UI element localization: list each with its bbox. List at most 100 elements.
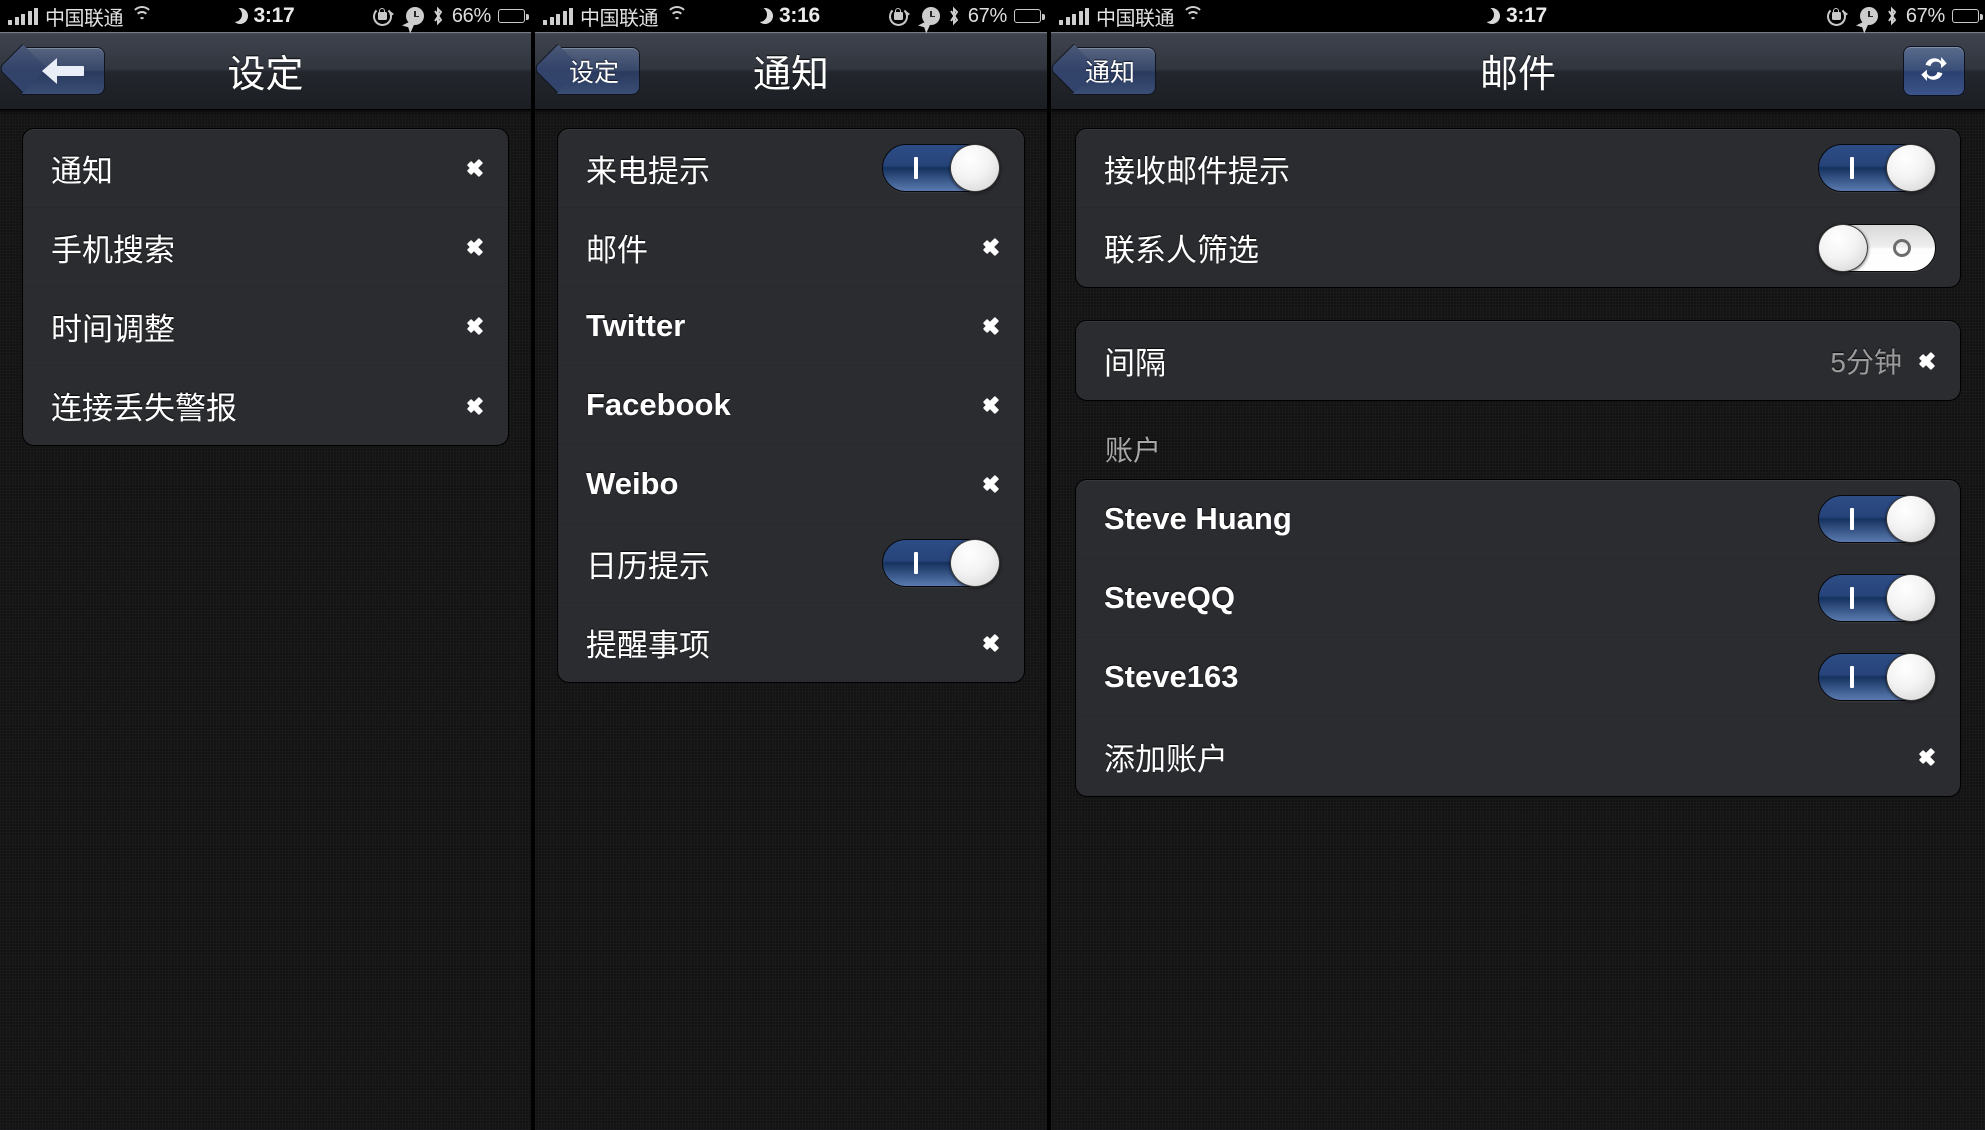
toggle-switch[interactable] <box>1818 574 1936 622</box>
battery-percent-label: 67% <box>967 4 1007 27</box>
signal-bars-icon <box>543 7 573 25</box>
list-item[interactable]: Weibo <box>558 445 1024 524</box>
list-item[interactable]: 手机搜索 <box>23 208 508 287</box>
list-item[interactable]: Steve Huang <box>1076 480 1960 559</box>
accounts-group: Steve Huang SteveQQ Steve163 添加账户 <box>1075 479 1961 797</box>
toggle-knob <box>1886 574 1936 622</box>
row-label: 来电提示 <box>586 153 710 189</box>
rotation-lock-icon <box>888 6 910 26</box>
battery-percent-label: 67% <box>1905 4 1945 27</box>
toggle-knob <box>1886 144 1936 192</box>
status-left: 中国联通 <box>8 2 153 31</box>
battery-icon <box>498 9 529 23</box>
list-item[interactable]: Facebook <box>558 366 1024 445</box>
phone-screen-settings: 中国联通 3:17 66% 设定 通知 手机搜索 时间调整 连接丢失警报 <box>0 0 531 1130</box>
list-item[interactable]: 通知 <box>23 129 508 208</box>
status-bar: 中国联通 3:17 66% <box>0 0 531 34</box>
row-label: 提醒事项 <box>586 628 710 663</box>
screen-body: 接收邮件提示 联系人筛选 间隔 5分钟 账户 Steve Huang Steve… <box>1051 110 1985 1130</box>
list-item[interactable]: 添加账户 <box>1076 717 1960 796</box>
row-label: 手机搜索 <box>51 232 175 268</box>
back-button[interactable]: 通知 <box>1073 46 1157 95</box>
toggle-switch[interactable] <box>882 539 1000 587</box>
battery-percent-label: 66% <box>451 4 491 27</box>
toggle-knob <box>950 144 1000 192</box>
screen-body: 通知 手机搜索 时间调整 连接丢失警报 <box>0 110 531 1130</box>
bluetooth-icon <box>947 6 961 26</box>
toggle-switch[interactable] <box>1818 653 1936 701</box>
wifi-icon <box>1181 5 1204 25</box>
toggle-knob <box>1886 653 1936 701</box>
chevron-right-icon <box>984 470 1000 498</box>
chevron-right-icon <box>984 629 1000 657</box>
chevron-right-icon <box>984 391 1000 419</box>
list-item[interactable]: 日历提示 <box>558 524 1024 603</box>
row-label: 联系人筛选 <box>1104 233 1259 268</box>
status-right: 67% <box>1826 4 1983 34</box>
bluetooth-icon <box>431 6 445 26</box>
back-button[interactable] <box>22 46 105 95</box>
list-item[interactable]: 来电提示 <box>558 129 1024 208</box>
toggle-switch[interactable] <box>1818 144 1936 192</box>
moon-icon <box>1484 7 1500 25</box>
row-label: Twitter <box>586 308 686 343</box>
clock-time: 3:17 <box>1506 4 1547 27</box>
list-item[interactable]: 连接丢失警报 <box>23 366 508 445</box>
status-center: 3:17 <box>153 4 373 28</box>
row-label: Steve163 <box>1104 659 1239 694</box>
refresh-sync-icon <box>1917 52 1951 91</box>
list-item[interactable]: Twitter <box>558 287 1024 366</box>
alarm-clock-icon <box>1859 7 1878 25</box>
back-button-label: 通知 <box>1085 58 1136 87</box>
status-left: 中国联通 <box>543 2 688 31</box>
chevron-right-icon <box>468 392 484 420</box>
notifications-group: 来电提示 邮件 Twitter Facebook Weibo 日历提示 提醒事项 <box>557 128 1025 683</box>
list-item[interactable]: Steve163 <box>1076 638 1960 717</box>
row-label: 通知 <box>51 153 113 189</box>
nav-bar: 通知 邮件 <box>1051 32 1985 110</box>
list-item[interactable]: SteveQQ <box>1076 559 1960 638</box>
row-label: Weibo <box>586 466 679 501</box>
chevron-right-icon <box>984 233 1000 261</box>
list-item[interactable]: 时间调整 <box>23 287 508 366</box>
back-button[interactable]: 设定 <box>557 46 641 95</box>
page-title: 邮件 <box>1479 54 1556 96</box>
row-label: Steve Huang <box>1104 501 1292 536</box>
section-header-accounts: 账户 <box>1105 435 1162 466</box>
row-label: 添加账户 <box>1104 742 1228 777</box>
list-item[interactable]: 接收邮件提示 <box>1076 129 1960 208</box>
status-right: 67% <box>888 4 1045 34</box>
status-left: 中国联通 <box>1059 2 1204 31</box>
moon-icon <box>231 7 248 25</box>
phone-screen-mail: 中国联通 3:17 67% 通知 邮件 接收邮件提示 联系人筛选 间隔 5分钟 … <box>1051 0 1985 1130</box>
battery-icon <box>1952 9 1983 23</box>
status-center: 3:16 <box>688 4 889 28</box>
row-label: 连接丢失警报 <box>51 391 237 426</box>
chevron-right-icon <box>1920 743 1936 771</box>
list-item[interactable]: 联系人筛选 <box>1076 208 1960 287</box>
toggle-knob <box>1818 223 1868 272</box>
row-label: 时间调整 <box>51 311 175 347</box>
list-item[interactable]: 间隔 5分钟 <box>1076 321 1960 400</box>
mail-alerts-group: 接收邮件提示 联系人筛选 <box>1075 128 1961 288</box>
nav-bar: 设定 <box>0 32 531 110</box>
refresh-sync-button[interactable] <box>1903 46 1965 96</box>
carrier-label: 中国联通 <box>1096 7 1175 30</box>
chevron-right-icon <box>468 154 484 182</box>
toggle-switch[interactable] <box>1818 223 1936 272</box>
rotation-lock-icon <box>1826 6 1848 26</box>
moon-icon <box>757 7 773 25</box>
alarm-clock-icon <box>405 7 424 25</box>
back-arrow-icon <box>42 57 86 84</box>
toggle-switch[interactable] <box>882 144 1000 192</box>
status-bar: 中国联通 3:17 67% <box>1051 0 1985 34</box>
toggle-knob <box>1886 495 1936 543</box>
alarm-clock-icon <box>921 7 940 25</box>
toggle-switch[interactable] <box>1818 495 1936 543</box>
row-value: 5分钟 <box>1830 346 1902 378</box>
row-label: 间隔 <box>1104 346 1166 381</box>
list-item[interactable]: 邮件 <box>558 208 1024 287</box>
status-bar: 中国联通 3:16 67% <box>535 0 1047 34</box>
rotation-lock-icon <box>372 6 394 26</box>
list-item[interactable]: 提醒事项 <box>558 603 1024 682</box>
